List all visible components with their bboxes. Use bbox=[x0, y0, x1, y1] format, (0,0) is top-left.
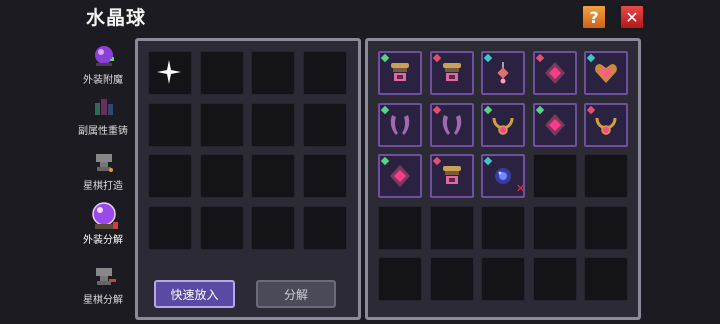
quick-add-button[interactable]: 快速放入 bbox=[154, 280, 235, 308]
horns-icon bbox=[442, 114, 461, 135]
orb-icon bbox=[495, 168, 511, 184]
decompose-input-panel bbox=[135, 38, 361, 320]
sidebar-item-label: 外装附魔 bbox=[83, 75, 123, 86]
decompose-slot[interactable] bbox=[302, 102, 347, 147]
inventory-slot[interactable] bbox=[429, 154, 474, 198]
decompose-slot[interactable] bbox=[251, 154, 295, 198]
inventory-slot[interactable] bbox=[532, 102, 577, 147]
amulet-icon bbox=[544, 113, 565, 136]
sidebar-item-decompose[interactable]: 外装分解 bbox=[70, 200, 136, 252]
inventory-slot[interactable] bbox=[584, 102, 628, 147]
inventory-slot[interactable] bbox=[532, 51, 577, 95]
decompose-slot[interactable] bbox=[251, 102, 295, 147]
helmet-icon bbox=[391, 63, 409, 81]
inventory-slot[interactable] bbox=[584, 154, 628, 198]
inventory-slot[interactable] bbox=[378, 205, 422, 250]
potion-bottles-icon bbox=[95, 99, 113, 115]
anvil-hammer-icon bbox=[96, 268, 116, 285]
decompose-slot[interactable] bbox=[148, 154, 192, 198]
decompose-slot[interactable] bbox=[199, 154, 244, 198]
pendant-icon bbox=[497, 62, 509, 84]
decompose-slot[interactable] bbox=[199, 205, 244, 250]
inventory-slot[interactable]: ✕ bbox=[481, 154, 525, 198]
help-button[interactable]: ? bbox=[581, 4, 607, 30]
inventory-slot[interactable] bbox=[584, 257, 628, 301]
decompose-slot[interactable] bbox=[148, 205, 192, 250]
decompose-button[interactable]: 分解 bbox=[256, 280, 336, 308]
helmet-icon bbox=[442, 63, 461, 81]
inventory-slot[interactable] bbox=[378, 102, 422, 147]
close-button[interactable]: ✕ bbox=[619, 4, 645, 30]
remove-icon: ✕ bbox=[516, 182, 526, 195]
inventory-slot[interactable] bbox=[429, 257, 474, 301]
decompose-slot[interactable] bbox=[199, 51, 244, 95]
inventory-panel: ✕ bbox=[365, 38, 641, 320]
inventory-slot[interactable] bbox=[481, 51, 525, 95]
inventory-slot[interactable] bbox=[429, 205, 474, 250]
window-title: 水晶球 bbox=[86, 7, 147, 29]
heart-icon bbox=[595, 64, 617, 83]
sidebar-item-label: 星棋分解 bbox=[83, 295, 123, 306]
decompose-slot[interactable] bbox=[148, 51, 192, 95]
decompose-slot[interactable] bbox=[199, 102, 244, 147]
crystal-ball-icon bbox=[92, 202, 118, 229]
inventory-slot[interactable] bbox=[584, 51, 628, 95]
purple-orb-icon bbox=[95, 46, 114, 66]
inventory-slot[interactable] bbox=[532, 154, 577, 198]
sidebar-item-enchant[interactable]: 外装附魔 bbox=[70, 40, 136, 92]
decompose-slot[interactable] bbox=[148, 102, 192, 147]
inventory-slot[interactable] bbox=[584, 205, 628, 250]
amulet-icon bbox=[544, 62, 565, 84]
sidebar-item-reforge[interactable]: 副属性重铸 bbox=[70, 91, 136, 143]
sidebar-item-chess-decompose[interactable]: 星棋分解 bbox=[70, 260, 136, 312]
inventory-slot[interactable] bbox=[378, 51, 422, 95]
inventory-slot[interactable] bbox=[532, 205, 577, 250]
inventory-slot[interactable] bbox=[378, 154, 422, 198]
inventory-slot[interactable] bbox=[481, 102, 525, 147]
sidebar-item-label: 外装分解 bbox=[83, 235, 123, 246]
sidebar-item-forge[interactable]: 星棋打造 bbox=[70, 146, 136, 198]
sidebar-item-label: 星棋打造 bbox=[83, 181, 123, 192]
decompose-slot[interactable] bbox=[251, 51, 295, 95]
helmet-icon bbox=[442, 166, 461, 184]
sidebar-item-label: 副属性重铸 bbox=[78, 126, 128, 137]
inventory-slot[interactable] bbox=[429, 51, 474, 95]
inventory-slot[interactable] bbox=[481, 205, 525, 250]
decompose-slot[interactable] bbox=[302, 205, 347, 250]
anvil-icon bbox=[96, 154, 113, 172]
inventory-slot[interactable] bbox=[378, 257, 422, 301]
decompose-slot[interactable] bbox=[302, 51, 347, 95]
decompose-slot[interactable] bbox=[251, 205, 295, 250]
amulet-icon bbox=[390, 165, 410, 187]
decompose-slot[interactable] bbox=[302, 154, 347, 198]
necklace-icon bbox=[492, 117, 514, 135]
sparkle-icon bbox=[157, 60, 181, 84]
necklace-icon bbox=[595, 117, 617, 135]
inventory-slot[interactable] bbox=[532, 257, 577, 301]
horns-icon bbox=[390, 114, 410, 135]
inventory-slot[interactable] bbox=[429, 102, 474, 147]
inventory-slot[interactable] bbox=[481, 257, 525, 301]
